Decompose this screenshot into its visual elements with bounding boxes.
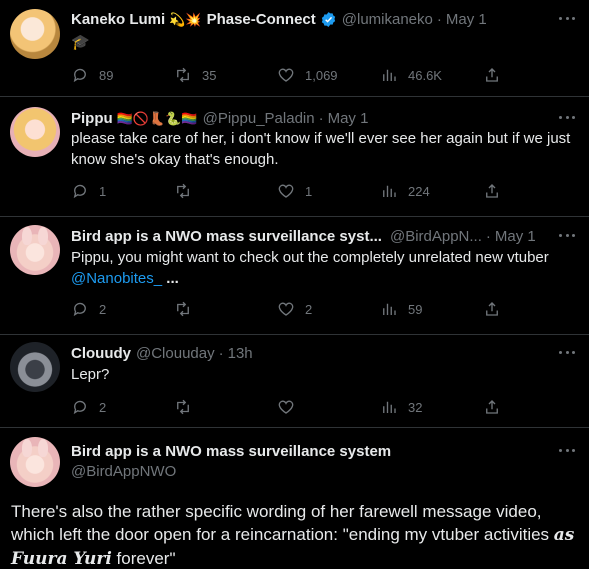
share-icon <box>486 302 498 316</box>
tweet-header: Bird app is a NWO mass surveillance syst… <box>71 440 571 462</box>
tweet-text: Lepr? <box>71 366 110 383</box>
author-handle[interactable]: @Clouuday <box>136 345 215 362</box>
timestamp[interactable]: May 1 <box>328 110 369 127</box>
retweet-button[interactable] <box>174 299 244 319</box>
author-name[interactable]: Bird app is a NWO mass surveillance syst… <box>71 228 382 245</box>
tweet-header: Pippu 🏳️‍🌈🚫👢🐍🏳️‍🌈 @Pippu_Paladin · May 1 <box>71 109 369 127</box>
views-button[interactable]: 32 <box>380 397 450 417</box>
timestamp[interactable]: May 1 <box>495 228 536 245</box>
tweet-clouudy[interactable]: Clouudy @Clouuday · 13h Lepr? 2 32 <box>0 342 589 428</box>
views-button[interactable]: 224 <box>380 181 450 201</box>
tweet-header: Bird app is a NWO mass surveillance syst… <box>71 227 536 245</box>
share-icon <box>486 184 498 198</box>
reply-button[interactable]: 2 <box>71 397 141 417</box>
like-icon <box>278 68 294 82</box>
retweet-icon <box>177 399 189 415</box>
retweet-icon <box>177 67 189 83</box>
avatar[interactable] <box>10 107 60 157</box>
share-icon <box>486 400 498 414</box>
more-icon[interactable] <box>559 109 575 125</box>
retweet-icon <box>177 183 189 199</box>
reply-button[interactable]: 2 <box>71 299 141 319</box>
share-icon <box>486 68 498 82</box>
verified-icon <box>321 11 335 27</box>
name-emojis: 🏳️‍🌈🚫👢🐍🏳️‍🌈 <box>116 110 198 126</box>
author-name[interactable]: Pippu <box>71 110 113 127</box>
retweet-button[interactable] <box>174 181 244 201</box>
timestamp[interactable]: 13h <box>228 345 253 362</box>
author-handle[interactable]: @BirdAppNWO <box>71 463 176 480</box>
views-button[interactable]: 59 <box>380 299 450 319</box>
views-icon <box>383 185 396 197</box>
share-button[interactable] <box>483 299 501 319</box>
share-button[interactable] <box>483 397 501 417</box>
tweet-lumi[interactable]: Kaneko Lumi 💫💥 Phase-Connect @lumikaneko… <box>0 8 589 97</box>
views-icon <box>383 69 396 81</box>
avatar[interactable] <box>10 9 60 59</box>
tweet-text: 🎓 <box>71 34 90 51</box>
mention-link[interactable]: @Nanobites_ <box>71 270 162 287</box>
reply-icon <box>73 302 86 317</box>
author-handle[interactable]: @BirdAppN... <box>390 228 482 245</box>
action-bar: 89 35 1,069 46.6K <box>71 65 501 85</box>
tweet-text: Pippu, you might want to check out the c… <box>71 249 549 287</box>
like-button[interactable] <box>277 397 347 417</box>
main-tweet[interactable]: Bird app is a NWO mass surveillance syst… <box>0 437 589 569</box>
reply-button[interactable]: 89 <box>71 65 141 85</box>
like-button[interactable]: 1,069 <box>277 65 347 85</box>
avatar[interactable] <box>10 342 60 392</box>
share-button[interactable] <box>483 181 501 201</box>
more-icon[interactable] <box>559 10 575 26</box>
name-emojis: 💫💥 <box>169 11 202 27</box>
views-icon <box>383 401 396 413</box>
like-button[interactable]: 1 <box>277 181 347 201</box>
timestamp[interactable]: May 1 <box>446 11 487 28</box>
tweet-birdapp-reply[interactable]: Bird app is a NWO mass surveillance syst… <box>0 225 589 335</box>
share-button[interactable] <box>483 65 501 85</box>
reply-icon <box>73 68 86 83</box>
retweet-button[interactable]: 35 <box>174 65 244 85</box>
author-name[interactable]: Kaneko Lumi <box>71 11 165 28</box>
reply-icon <box>73 400 86 415</box>
retweet-button[interactable] <box>174 397 244 417</box>
action-bar: 1 1 224 <box>71 181 501 201</box>
more-icon[interactable] <box>559 227 575 243</box>
retweet-icon <box>177 301 189 317</box>
author-handle[interactable]: @Pippu_Paladin <box>203 110 315 127</box>
like-icon <box>278 184 294 198</box>
tweet-header: Clouudy @Clouuday · 13h <box>71 344 253 362</box>
avatar[interactable] <box>10 437 60 487</box>
more-icon[interactable] <box>559 344 575 360</box>
avatar[interactable] <box>10 225 60 275</box>
tweet-pippu[interactable]: Pippu 🏳️‍🌈🚫👢🐍🏳️‍🌈 @Pippu_Paladin · May 1… <box>0 107 589 217</box>
more-icon[interactable] <box>559 442 575 458</box>
views-icon <box>383 303 396 315</box>
action-bar: 2 32 <box>71 397 501 417</box>
tweet-text: please take care of her, i don't know if… <box>71 130 571 168</box>
tweet-text: There's also the rather specific wording… <box>11 502 575 569</box>
reply-icon <box>73 184 86 199</box>
views-button[interactable]: 46.6K <box>380 65 450 85</box>
like-button[interactable]: 2 <box>277 299 347 319</box>
author-handle[interactable]: @lumikaneko <box>342 11 433 28</box>
author-name[interactable]: Bird app is a NWO mass surveillance syst… <box>71 443 391 460</box>
like-icon <box>278 400 294 414</box>
author-name[interactable]: Clouudy <box>71 345 131 362</box>
author-org[interactable]: Phase-Connect <box>207 11 316 28</box>
reply-button[interactable]: 1 <box>71 181 141 201</box>
tweet-header: Kaneko Lumi 💫💥 Phase-Connect @lumikaneko… <box>71 10 487 28</box>
action-bar: 2 2 59 <box>71 299 501 319</box>
like-icon <box>278 302 294 316</box>
